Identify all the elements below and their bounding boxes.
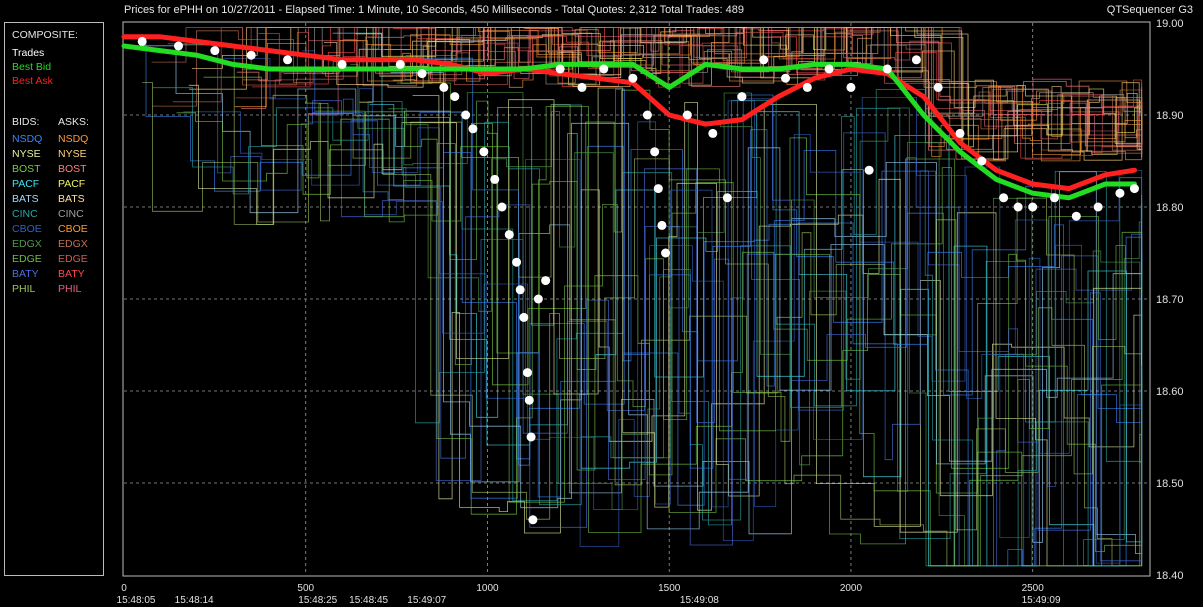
trade-point [497,202,507,212]
exchange-quote-lines [124,27,1143,567]
y-tick-label: 18.80 [1156,202,1184,214]
trade-point [528,515,538,525]
exchange-quote-line [350,63,1143,567]
trade-point [246,50,256,60]
time-label: 15:49:07 [407,595,446,606]
trade-point [657,220,667,230]
trade-point [650,147,660,157]
trade-point [661,248,671,258]
time-label: 15:48:45 [349,595,388,606]
trade-point [468,124,478,134]
trade-point [977,156,987,166]
trade-point [1129,184,1139,194]
exchange-quote-line [203,76,1143,567]
trade-point [417,69,427,79]
trade-point [515,285,525,295]
time-label: 15:48:25 [298,595,337,606]
trade-point [1028,202,1038,212]
trade-point [522,368,532,378]
trade-point [708,128,718,138]
trade-point [337,59,347,69]
trade-point [524,395,534,405]
grid-lines [124,23,1149,575]
trade-point [450,92,460,102]
time-label: 15:48:05 [117,595,156,606]
y-tick-label: 18.60 [1156,386,1184,398]
exchange-quote-line [142,82,1143,567]
y-axis: 19.00 18.90 18.80 18.70 18.60 18.50 18.40 [1156,18,1184,582]
trade-point [461,110,471,120]
trade-point [137,36,147,46]
trade-point [555,64,565,74]
exchange-quote-line [388,108,1143,567]
trade-point [628,73,638,83]
trade-point [439,82,449,92]
trade-point [599,64,609,74]
best-bid-line [121,43,1137,201]
x-tick-label: 0 [121,583,127,594]
x-tick-label: 1000 [476,583,499,594]
trade-point [283,55,293,65]
y-tick-label: 18.50 [1156,478,1184,490]
trade-point [526,432,536,442]
trade-point [174,41,184,51]
time-label: 15:49:09 [1022,595,1061,606]
trade-point [1115,188,1125,198]
trade-point [490,174,500,184]
x-tick-label: 2000 [840,583,863,594]
trade-point [824,64,834,74]
y-tick-label: 18.70 [1156,294,1184,306]
trade-point [519,312,529,322]
trade-point [642,110,652,120]
trade-point [395,59,405,69]
trade-point [653,184,663,194]
trade-point [1049,193,1059,203]
trade-point [846,82,856,92]
trade-point [802,82,812,92]
trade-point [882,64,892,74]
y-tick-label: 19.00 [1156,18,1184,30]
trade-point [933,82,943,92]
price-chart: 19.00 18.90 18.80 18.70 18.60 18.50 18.40 0 500… [117,18,1184,606]
trade-point [541,276,551,286]
y-tick-label: 18.40 [1156,570,1184,582]
x-tick-label: 500 [297,583,314,594]
exchange-quote-line [179,44,1143,567]
x-axis: 0 500 1000 1500 2000 2500 15:48:05 15:48:14 15:4… [117,583,1061,606]
y-tick-label: 18.90 [1156,110,1184,122]
trade-point [737,92,747,102]
trade-point [1071,211,1081,221]
time-label: 15:49:08 [680,595,719,606]
trade-point [210,46,220,56]
trade-point [1093,202,1103,212]
trade-point [911,55,921,65]
trade-point [512,257,522,267]
trade-point [504,230,514,240]
trade-point [682,110,692,120]
trade-point [759,55,769,65]
exchange-quote-line [243,27,1143,162]
trade-point [781,73,791,83]
trade-point [577,82,587,92]
trade-point [999,193,1009,203]
trade-point [955,128,965,138]
time-label: 15:48:14 [175,595,214,606]
trade-point [722,193,732,203]
exchange-quote-line [183,88,1143,547]
trade-point [533,294,543,304]
trade-point [479,147,489,157]
x-tick-label: 1500 [658,583,681,594]
trade-point [1013,202,1023,212]
x-tick-label: 2500 [1022,583,1045,594]
trade-point [864,165,874,175]
